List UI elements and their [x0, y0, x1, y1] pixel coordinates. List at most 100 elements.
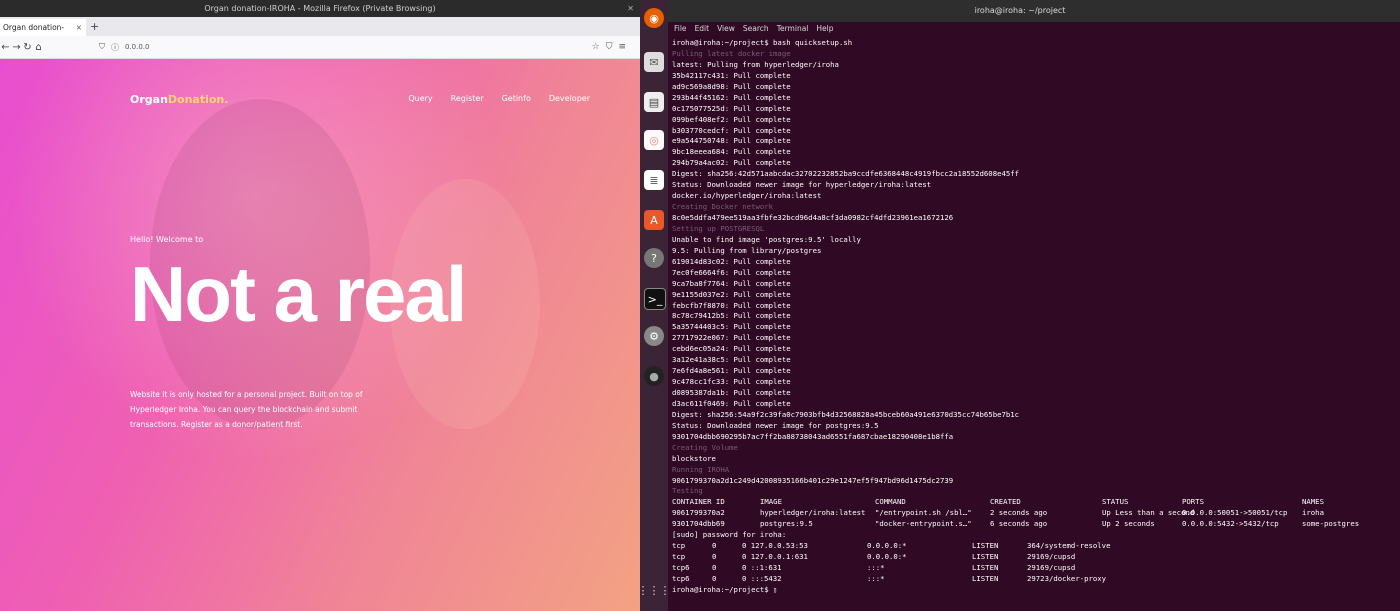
- docker-ps-cell: NAMES: [1302, 497, 1324, 507]
- menu-file[interactable]: File: [674, 22, 687, 36]
- info-icon[interactable]: ⓘ: [111, 42, 119, 53]
- show-apps-icon[interactable]: ⋮⋮⋮: [638, 580, 671, 600]
- settings-icon[interactable]: ⚙: [644, 326, 664, 346]
- home-icon[interactable]: ⌂: [33, 42, 44, 53]
- file-manager-icon[interactable]: ▤: [644, 92, 664, 112]
- docker-ps-cell: STATUS: [1102, 497, 1129, 507]
- terminal-line: 27717922e067: Pull complete: [672, 333, 791, 343]
- reload-icon[interactable]: ↻: [22, 42, 33, 53]
- docker-ps-cell: 6 seconds ago: [990, 519, 1048, 529]
- terminal-line: 0c175077525d: Pull complete: [672, 103, 791, 113]
- shield-icon[interactable]: ⛉: [99, 42, 105, 52]
- bookmark-icon[interactable]: ☆: [592, 42, 606, 52]
- netstat-cell: 0 127.0.0.53:53: [742, 541, 808, 551]
- terminal-line: 293b44f45162: Pull complete: [672, 92, 791, 102]
- webpage: OrganDonation. Query Register Getinfo De…: [0, 59, 640, 611]
- terminal-window: File Edit View Search Terminal Help iroh…: [668, 22, 1400, 611]
- terminal-line: e9a544750748: Pull complete: [672, 136, 791, 146]
- netstat-cell: 29723/docker-proxy: [1027, 573, 1107, 583]
- terminal-line: blockstore: [672, 453, 716, 463]
- url-bar[interactable]: ⛉ ⓘ 0.0.0.0: [99, 42, 150, 53]
- terminal-line: d0895387da1b: Pull complete: [672, 388, 791, 397]
- netstat-cell: 0 ::1:631: [742, 563, 782, 572]
- terminal-line: 3a12e41a38c5: Pull complete: [672, 355, 791, 365]
- terminal-line: 9301704dbb690295b7ac7ff2ba88738043ad6551…: [672, 431, 954, 441]
- terminal-line: Digest: sha256:42d571aabcdac32702232852b…: [672, 169, 1020, 179]
- docker-ps-cell: hyperledger/iroha:latest: [760, 508, 866, 518]
- docker-ps-row: 9061799370a2 hyperledger/iroha:latest "/en…: [672, 508, 1398, 519]
- terminal-line: 8c78c79412b5: Pull complete: [672, 311, 791, 321]
- email-client-icon[interactable]: ✉: [644, 52, 664, 72]
- shell-prompt[interactable]: iroha@iroha:~/project$ ▯: [672, 585, 1398, 596]
- terminal-line: 9061799370a2d1c249d42008935166b401c29e12…: [672, 475, 954, 485]
- menu-edit[interactable]: Edit: [695, 22, 710, 36]
- netstat-cell: 0.0.0.0:*: [867, 552, 907, 562]
- docker-ps-cell: IMAGE: [760, 497, 782, 507]
- terminal-line: Pulling latest docker image: [672, 48, 791, 58]
- optical-drive-icon[interactable]: ●: [644, 366, 664, 386]
- terminal-line: d3ac611f0469: Pull complete: [672, 398, 791, 408]
- firefox-icon[interactable]: ◉: [644, 8, 664, 28]
- docker-ps-cell: COMMAND: [875, 497, 906, 507]
- back-icon[interactable]: ←: [0, 42, 11, 53]
- netstat-cell: LISTEN: [972, 563, 999, 572]
- docker-ps-row: CONTAINER ID IMAGE COMMAND CREATED STATUS POR…: [672, 497, 1398, 508]
- terminal-line: 294b79a4ac02: Pull complete: [672, 158, 791, 168]
- menu-icon[interactable]: ≡: [618, 42, 632, 52]
- terminal-line: latest: Pulling from hyperledger/iroha: [672, 59, 839, 69]
- terminal-line: 9bc18eeea684: Pull complete: [672, 147, 791, 157]
- site-logo[interactable]: OrganDonation.: [130, 93, 228, 106]
- terminal-line: Digest: sha256:54a9f2c39fa0c7903bfb4d325…: [672, 409, 1020, 419]
- help-icon[interactable]: ?: [644, 248, 664, 268]
- music-player-icon[interactable]: ◎: [644, 130, 664, 150]
- hero-heading: Not a real: [130, 250, 467, 338]
- netstat-cell: 0 :::5432: [742, 573, 782, 583]
- docker-ps-cell: CONTAINER ID: [672, 497, 725, 507]
- terminal-output[interactable]: iroha@iroha:~/project$ bash quicksetup.s…: [672, 38, 1398, 596]
- toolbar-icons: ☆⛉≡: [592, 36, 632, 58]
- terminal-line: Testing: [672, 486, 703, 496]
- terminal-line: febcfb7f8870: Pull complete: [672, 300, 791, 310]
- terminal-line: Status: Downloaded newer image for hyper…: [672, 180, 932, 190]
- software-center-icon[interactable]: A: [644, 210, 664, 230]
- close-icon[interactable]: ✕: [627, 0, 634, 17]
- netstat-cell: :::*: [867, 573, 885, 583]
- docker-ps-cell: PORTS: [1182, 497, 1204, 507]
- menu-terminal[interactable]: Terminal: [777, 22, 809, 36]
- docker-ps-cell: 0.0.0.0:5432->5432/tcp: [1182, 519, 1279, 529]
- forward-icon[interactable]: →: [11, 42, 22, 53]
- netstat-cell: 29169/cupsd: [1027, 552, 1076, 562]
- url-text: 0.0.0.0: [125, 43, 150, 51]
- netstat-cell: 0 127.0.0.1:631: [742, 552, 808, 562]
- menu-help[interactable]: Help: [816, 22, 833, 36]
- netstat-cell: 0: [712, 563, 717, 572]
- text-editor-icon[interactable]: ≣: [644, 170, 664, 190]
- terminal-line: Creating Docker network: [672, 202, 774, 212]
- menu-search[interactable]: Search: [743, 22, 769, 36]
- hero-description: Website it is only hosted for a personal…: [130, 390, 363, 429]
- netstat-row: tcp6 0 0 ::1:631:::* LISTEN 29169/cupsd: [672, 563, 1398, 574]
- netstat-cell: LISTEN: [972, 552, 999, 562]
- netstat-row: tcp6 0 0 :::5432:::* LISTEN 29723/docker-pro…: [672, 574, 1398, 585]
- netstat-cell: 29169/cupsd: [1027, 563, 1076, 572]
- shield-menu-icon[interactable]: ⛉: [606, 42, 619, 52]
- terminal-line: 5a35744403c5: Pull complete: [672, 322, 791, 332]
- docker-ps-cell: 0.0.0.0:50051->50051/tcp: [1182, 508, 1288, 518]
- tab-organ-donation[interactable]: Organ donation-IROHA ×: [0, 19, 86, 49]
- new-tab-icon[interactable]: +: [90, 17, 99, 36]
- nav-getinfo[interactable]: Getinfo: [502, 94, 531, 103]
- nav-developer[interactable]: Developer: [549, 94, 590, 103]
- netstat-cell: tcp6: [672, 573, 690, 583]
- close-tab-icon[interactable]: ×: [76, 19, 82, 36]
- terminal-icon[interactable]: >_: [644, 288, 666, 310]
- nav-register[interactable]: Register: [451, 94, 484, 103]
- nav-query[interactable]: Query: [408, 94, 432, 103]
- docker-ps-cell: some-postgres: [1302, 519, 1360, 529]
- netstat-cell: 364/systemd-resolve: [1027, 541, 1111, 551]
- terminal-line: Status: Downloaded newer image for postg…: [672, 420, 879, 430]
- docker-ps-cell: iroha: [1302, 508, 1324, 518]
- netstat-cell: LISTEN: [972, 541, 999, 551]
- site-nav: Query Register Getinfo Developer: [408, 94, 590, 103]
- menu-view[interactable]: View: [717, 22, 735, 36]
- docker-ps-cell: "/entrypoint.sh /sbl…": [875, 508, 972, 518]
